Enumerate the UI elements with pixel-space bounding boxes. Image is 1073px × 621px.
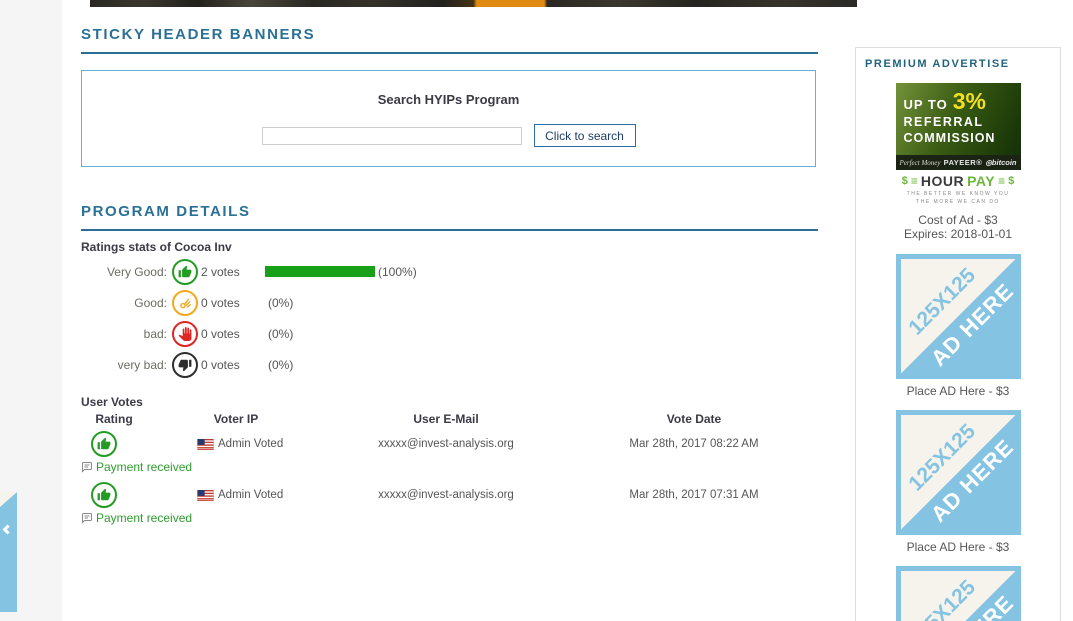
vote-comment: Payment received <box>81 460 821 474</box>
user-votes-table: Rating Voter IP User E-Mail Vote Date Ad… <box>81 412 821 525</box>
us-flag-icon <box>197 489 214 501</box>
thumb-up-icon <box>91 431 117 457</box>
ok-hand-icon <box>172 289 198 316</box>
voter-email: xxxxx@invest-analysis.org <box>378 438 514 450</box>
left-floating-ad-widget[interactable] <box>0 492 17 612</box>
rating-percent: (0%) <box>268 326 294 341</box>
ad-cost-label: Cost of Ad - $3 <box>918 213 998 227</box>
chevron-left-icon <box>2 524 13 535</box>
thumb-up-icon <box>172 258 198 285</box>
search-panel: Search HYIPs Program Click to search <box>81 70 816 167</box>
voter-name: Admin Voted <box>218 438 284 450</box>
hourpay-banner-top: UP TO 3% REFERRAL COMMISSION <box>895 83 1021 155</box>
col-header-date: Vote Date <box>666 412 722 426</box>
rating-bar <box>265 266 375 277</box>
dollar-ornament-icon: $ <box>1008 175 1015 187</box>
ad-expires-label: Expires: 2018-01-01 <box>903 227 1013 241</box>
rating-label: very bad: <box>117 357 167 372</box>
premium-advertise-panel: PREMIUM ADVERTISE UP TO 3% REFERRAL COMM… <box>855 47 1061 621</box>
speech-bubble-icon <box>82 513 92 524</box>
speech-bubble-icon <box>82 462 92 473</box>
voter-email: xxxxx@invest-analysis.org <box>378 489 514 501</box>
header-banner-strip[interactable] <box>90 0 857 7</box>
search-button[interactable]: Click to search <box>533 124 636 147</box>
palm-hand-icon <box>172 320 198 347</box>
col-header-email: User E-Mail <box>413 412 479 426</box>
ad-placeholder-125[interactable]: 125X125 AD HERE <box>895 254 1021 379</box>
rating-label: Good: <box>134 295 167 310</box>
place-ad-caption: Place AD Here - $3 <box>906 384 1010 398</box>
rating-percent: (100%) <box>378 264 417 279</box>
hourpay-wordmark: HOUR <box>920 173 965 189</box>
thumb-down-icon <box>172 351 198 378</box>
search-title: Search HYIPs Program <box>377 92 520 107</box>
voter-name: Admin Voted <box>218 489 284 501</box>
rating-row-good: Good: 0 votes (0%) <box>81 287 818 318</box>
rating-row-very-good: Very Good: 2 votes (100%) <box>81 256 818 287</box>
hourpay-ad-banner[interactable]: UP TO 3% REFERRAL COMMISSION Perfect Mon… <box>895 83 1021 208</box>
thumb-up-icon <box>91 482 117 508</box>
col-header-voter-ip: Voter IP <box>213 412 259 426</box>
us-flag-icon <box>197 438 214 450</box>
rating-percent: (0%) <box>268 357 294 372</box>
hourpay-brand-area: $ ≡ HOUR PAY ≡ $ THE BETTER WE KNOW YOU T… <box>895 170 1021 208</box>
sticky-header-banners-heading: STICKY HEADER BANNERS <box>81 26 818 54</box>
premium-advertise-title: PREMIUM ADVERTISE <box>865 58 1010 70</box>
payeer-logo: PAYEER® <box>943 158 983 167</box>
rating-votes: 2 votes <box>201 264 240 279</box>
rating-label: bad: <box>143 326 167 341</box>
dollar-ornament-icon: $ <box>901 175 908 187</box>
rating-votes: 0 votes <box>201 326 240 341</box>
perfect-money-logo: Perfect Money <box>899 158 941 167</box>
rating-percent: (0%) <box>268 295 294 310</box>
vote-date: Mar 28th, 2017 08:22 AM <box>629 438 759 450</box>
table-row: Admin Voted xxxxx@invest-analysis.org Ma… <box>81 482 821 508</box>
place-ad-caption: Place AD Here - $3 <box>906 540 1010 554</box>
rating-row-bad: bad: 0 votes (0%) <box>81 318 818 349</box>
vote-date: Mar 28th, 2017 07:31 AM <box>629 489 759 501</box>
vote-comment: Payment received <box>81 511 821 525</box>
table-row: Admin Voted xxxxx@invest-analysis.org Ma… <box>81 431 821 457</box>
rating-votes: 0 votes <box>201 357 240 372</box>
rating-label: Very Good: <box>106 264 167 279</box>
user-votes-title: User Votes <box>81 395 143 409</box>
program-details-heading: PROGRAM DETAILS <box>81 203 818 231</box>
bitcoin-logo: ◎bitcoin <box>985 158 1017 167</box>
search-input[interactable] <box>261 126 522 145</box>
table-header-row: Rating Voter IP User E-Mail Vote Date <box>81 412 821 426</box>
ad-placeholder-125[interactable]: 125X125 AD HERE <box>895 410 1021 535</box>
rating-row-very-bad: very bad: 0 votes (0%) <box>81 349 818 380</box>
col-header-rating: Rating <box>95 412 133 426</box>
ad-placeholder-125[interactable]: 125X125 AD HERE <box>895 566 1021 621</box>
payment-logos-strip: Perfect Money PAYEER® ◎bitcoin <box>895 155 1021 170</box>
page: STICKY HEADER BANNERS Search HYIPs Progr… <box>0 0 1073 621</box>
ratings-list: Very Good: 2 votes (100%) Good: 0 votes <box>81 256 818 380</box>
rating-votes: 0 votes <box>201 295 240 310</box>
ratings-stats-title: Ratings stats of Cocoa Inv <box>81 240 232 254</box>
widget-corner <box>0 492 17 507</box>
